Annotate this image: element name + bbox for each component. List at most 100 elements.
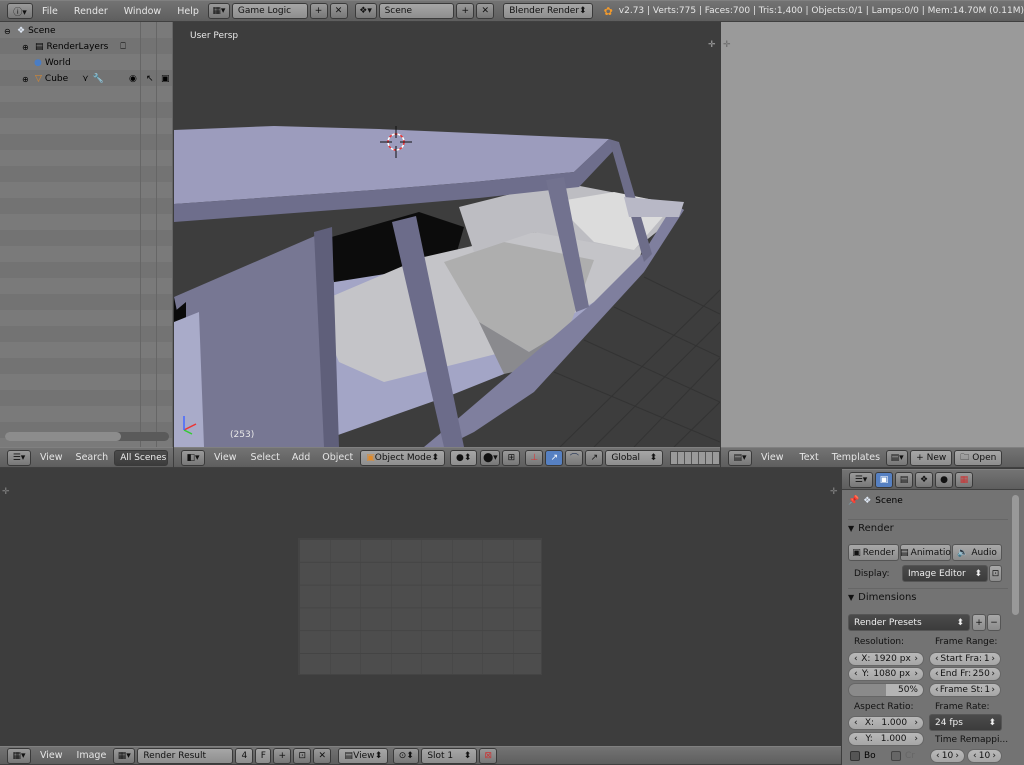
- arrow-right-icon[interactable]: ›: [914, 734, 918, 744]
- info-editor-type-button[interactable]: ⓘ▾: [7, 3, 33, 19]
- layers-grid[interactable]: [670, 450, 720, 465]
- border-checkbox-row[interactable]: Bo: [850, 751, 876, 761]
- menu-window[interactable]: Window: [116, 6, 169, 17]
- arrow-left-icon[interactable]: ‹: [854, 654, 858, 664]
- menu-render[interactable]: Render: [66, 6, 116, 17]
- arrow-right-icon[interactable]: ›: [991, 685, 995, 695]
- add-preset-button[interactable]: +: [972, 614, 986, 631]
- resolution-x-field[interactable]: ‹ X: 1920 px ›: [848, 652, 924, 666]
- render-layers-tab-icon[interactable]: ▤: [895, 471, 913, 488]
- editor-type-button[interactable]: ☰▾: [7, 449, 31, 466]
- audio-button[interactable]: 🔈 Audio: [952, 544, 1002, 561]
- remove-layout-button[interactable]: ✕: [329, 3, 348, 19]
- arrow-left-icon[interactable]: ‹: [936, 751, 940, 761]
- area-split-icon[interactable]: ✛: [723, 40, 731, 50]
- outliner-label[interactable]: RenderLayers: [47, 42, 109, 52]
- collapse-icon[interactable]: ⊖: [4, 27, 14, 36]
- open-text-button[interactable]: 🗀 Open: [954, 449, 1003, 466]
- outliner-menu-view[interactable]: View: [32, 452, 71, 463]
- scene-tab-icon[interactable]: ❖: [915, 471, 933, 488]
- crop-checkbox[interactable]: [891, 751, 901, 761]
- shading-select[interactable]: ●⬍: [449, 449, 478, 466]
- world-tab-icon[interactable]: ●: [935, 471, 953, 488]
- editor-type-button[interactable]: ☰▾: [849, 471, 873, 488]
- view-mode-select[interactable]: ▤ View ⬍: [338, 747, 389, 764]
- arrow-right-icon[interactable]: ›: [914, 654, 918, 664]
- arrow-right-icon[interactable]: ›: [992, 751, 996, 761]
- manipulator-toggle-icon[interactable]: ⊞: [502, 449, 521, 466]
- render-presets-select[interactable]: Render Presets ⬍: [848, 614, 970, 631]
- fps-select[interactable]: 24 fps ⬍: [929, 714, 1002, 731]
- aspect-y-field[interactable]: ‹ Y: 1.000 ›: [848, 732, 924, 746]
- viewport-scene[interactable]: [174, 22, 720, 447]
- add-image-button[interactable]: +: [273, 747, 292, 764]
- frame-step-field[interactable]: ‹ Frame St: 1 ›: [929, 683, 1001, 697]
- image-name-field[interactable]: Render Result: [137, 747, 234, 764]
- properties-scrollbar[interactable]: [1012, 495, 1019, 615]
- menu-file[interactable]: File: [34, 6, 66, 17]
- text-menu-view[interactable]: View: [753, 452, 792, 463]
- transform-icon[interactable]: ↗: [585, 449, 604, 466]
- outliner-label[interactable]: Scene: [28, 26, 55, 36]
- new-text-button[interactable]: + New: [910, 449, 953, 466]
- mode-select[interactable]: ▣ Object Mode ⬍: [360, 449, 445, 466]
- fake-user-button[interactable]: F: [255, 747, 272, 764]
- render-section-header[interactable]: ▼ Render: [848, 519, 1008, 537]
- expand-icon[interactable]: ⊕: [22, 75, 32, 84]
- eye-icon[interactable]: ◉: [129, 74, 137, 84]
- add-scene-button[interactable]: +: [456, 3, 475, 19]
- remove-scene-button[interactable]: ✕: [476, 3, 495, 19]
- text-editor-area[interactable]: ✛: [721, 22, 1024, 447]
- render-tab-icon[interactable]: ▣: [875, 471, 893, 488]
- image-menu-image[interactable]: Image: [71, 750, 113, 761]
- display-lock-icon[interactable]: ⊡: [989, 565, 1002, 582]
- translate-icon[interactable]: ⊥: [525, 449, 544, 466]
- image-canvas[interactable]: [298, 538, 542, 675]
- remove-preset-button[interactable]: −: [987, 614, 1001, 631]
- arrow-left-icon[interactable]: ‹: [854, 718, 858, 728]
- resolution-y-field[interactable]: ‹ Y: 1080 px ›: [848, 667, 924, 681]
- text-menu-templates[interactable]: Templates: [827, 452, 885, 463]
- scale-icon[interactable]: ⌒: [565, 449, 584, 466]
- orientation-select[interactable]: Global ⬍: [605, 449, 664, 466]
- render-engine-select[interactable]: Blender Render ⬍: [503, 3, 593, 19]
- outliner-row-cube[interactable]: ⊕ ▽ Cube ⋎ 🔧 ◉ ↖ ▣: [0, 71, 172, 87]
- text-menu-text[interactable]: Text: [792, 452, 827, 463]
- display-select[interactable]: Image Editor ⬍: [902, 565, 988, 582]
- viewport-menu-object[interactable]: Object: [316, 452, 359, 463]
- object-tab-icon[interactable]: ▦: [955, 471, 973, 488]
- menu-help[interactable]: Help: [169, 6, 207, 17]
- unlink-image-button[interactable]: ✕: [313, 747, 332, 764]
- editor-type-button[interactable]: ◧▾: [181, 449, 205, 466]
- remap-old-field[interactable]: ‹ 10 ›: [930, 749, 965, 763]
- image-editor-area[interactable]: ✛ ✛: [0, 469, 841, 746]
- editor-type-button[interactable]: ▦▾: [7, 747, 31, 764]
- arrow-left-icon[interactable]: ‹: [973, 751, 977, 761]
- outliner-scrollbar[interactable]: [5, 432, 169, 441]
- cursor-icon[interactable]: ↖: [146, 74, 154, 84]
- crop-checkbox-row[interactable]: Cr: [891, 751, 915, 761]
- image-browse-icon[interactable]: ▦▾: [113, 747, 136, 764]
- outliner-row-world[interactable]: ● World: [0, 55, 172, 71]
- slot-select[interactable]: Slot 1 ⬍: [421, 747, 478, 764]
- arrow-right-icon[interactable]: ›: [991, 669, 995, 679]
- resolution-percent-slider[interactable]: 50%: [848, 683, 924, 697]
- render-icon[interactable]: ▣: [161, 74, 170, 84]
- area-split-icon[interactable]: ✛: [708, 40, 716, 50]
- outliner-row-scene[interactable]: ⊖ ❖ Scene: [0, 23, 172, 39]
- frame-end-field[interactable]: ‹ End Fr: 250 ›: [929, 667, 1001, 681]
- pin-image-icon[interactable]: ⊡: [293, 747, 312, 764]
- outliner-display-select[interactable]: All Scenes: [114, 449, 169, 466]
- dimensions-section-header[interactable]: ▼ Dimensions: [848, 588, 1008, 606]
- outliner-scroll-thumb[interactable]: [5, 432, 121, 441]
- aspect-x-field[interactable]: ‹ X: 1.000 ›: [848, 716, 924, 730]
- arrow-left-icon[interactable]: ‹: [854, 734, 858, 744]
- arrow-right-icon[interactable]: ›: [955, 751, 959, 761]
- frame-start-field[interactable]: ‹ Start Fra: 1 ›: [929, 652, 1001, 666]
- pivot-icon[interactable]: ⬤▾: [480, 449, 501, 466]
- layout-field[interactable]: Game Logic: [231, 3, 308, 19]
- arrow-left-icon[interactable]: ‹: [935, 685, 939, 695]
- image-menu-view[interactable]: View: [32, 750, 71, 761]
- text-datablock-icon[interactable]: ▤▾: [886, 449, 909, 466]
- arrow-left-icon[interactable]: ‹: [854, 669, 858, 679]
